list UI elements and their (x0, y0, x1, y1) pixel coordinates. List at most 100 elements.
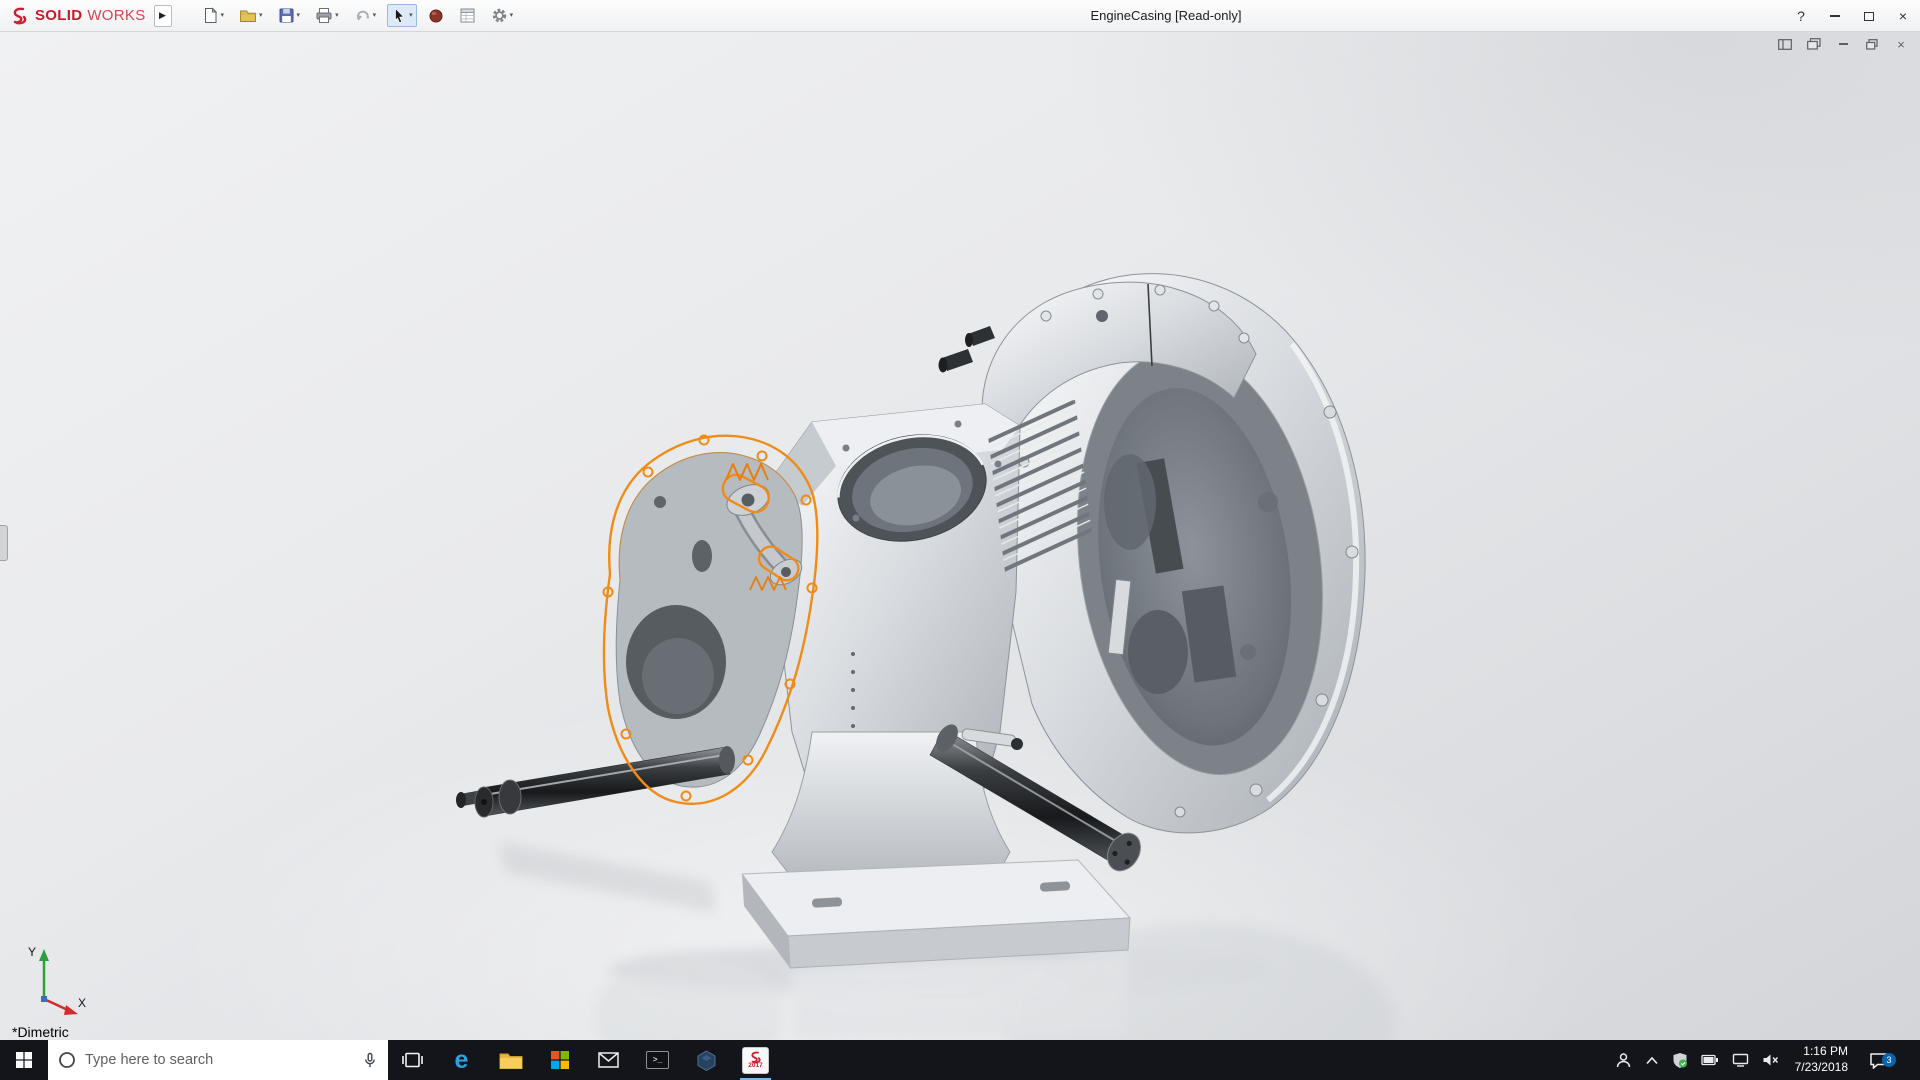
system-tray: 1:16 PM 7/23/2018 3 (1615, 1040, 1920, 1080)
print-icon (315, 7, 333, 24)
network-button[interactable] (1732, 1053, 1749, 1067)
dropdown-caret-icon[interactable]: ▾ (297, 12, 301, 19)
start-button[interactable] (0, 1040, 48, 1080)
task-view-icon (402, 1051, 423, 1069)
edge-button[interactable]: e (437, 1040, 486, 1080)
doc-close-button[interactable]: × (1892, 36, 1910, 52)
select-button[interactable]: ▾ (387, 4, 417, 27)
store-icon (550, 1050, 570, 1070)
doc-restore-icon (1866, 39, 1878, 50)
dropdown-caret-icon[interactable]: ▾ (510, 12, 514, 19)
doc-restore-button[interactable] (1863, 36, 1881, 52)
graphics-viewport[interactable]: × (0, 32, 1920, 1040)
people-button[interactable] (1615, 1052, 1632, 1069)
dropdown-caret-icon[interactable]: ▾ (221, 12, 225, 19)
terminal-button[interactable]: >_ (633, 1040, 682, 1080)
file-explorer-icon (499, 1051, 523, 1070)
z-axis-origin-icon (41, 996, 47, 1002)
store-button[interactable] (535, 1040, 584, 1080)
quick-access-toolbar: ▾ ▾ ▾ (198, 4, 518, 27)
undo-button[interactable]: ▾ (350, 4, 381, 27)
appearance-icon (428, 8, 444, 24)
network-icon (1732, 1053, 1749, 1067)
save-icon (278, 7, 295, 24)
solidworks-brand: SOLID WORKS (0, 6, 152, 26)
dropdown-caret-icon[interactable]: ▾ (373, 12, 377, 19)
clock-date: 7/23/2018 (1795, 1060, 1848, 1076)
save-button[interactable]: ▾ (274, 4, 305, 27)
dropdown-caret-icon[interactable]: ▾ (259, 12, 263, 19)
solidworks-app-button[interactable]: 2017 (731, 1040, 780, 1080)
view-orientation-label: *Dimetric (12, 1024, 69, 1040)
task-pane-button[interactable] (455, 4, 480, 27)
y-axis-arrow-icon (39, 949, 49, 961)
cascade-windows-icon (1807, 38, 1821, 50)
x-axis-arrow-icon (64, 1005, 78, 1015)
titlebar: SOLID WORKS ▶ ▾ ▾ (0, 0, 1920, 32)
appearance-button[interactable] (424, 5, 448, 27)
battery-icon (1701, 1054, 1719, 1066)
battery-button[interactable] (1701, 1054, 1719, 1066)
engine-casing-model[interactable] (0, 32, 1920, 1040)
hexagon-app-button[interactable] (682, 1040, 731, 1080)
volume-button[interactable] (1762, 1053, 1779, 1067)
task-view-button[interactable] (388, 1040, 437, 1080)
pane-layout-button[interactable] (1776, 36, 1794, 52)
taskbar-clock[interactable]: 1:16 PM 7/23/2018 (1792, 1044, 1851, 1075)
action-center-button[interactable]: 3 (1864, 1052, 1892, 1069)
pane-layout-icon (1778, 39, 1792, 50)
maximize-button[interactable] (1852, 0, 1886, 32)
clock-time: 1:16 PM (1795, 1044, 1848, 1060)
taskbar-search[interactable] (48, 1040, 388, 1080)
orientation-triad: Y X (20, 941, 90, 1026)
document-title: EngineCasing [Read-only] (1090, 8, 1241, 23)
dropdown-caret-icon[interactable]: ▾ (335, 12, 339, 19)
cortana-ring-icon (58, 1051, 76, 1069)
defender-shield-icon (1672, 1052, 1688, 1069)
undo-icon (354, 7, 371, 24)
search-input[interactable] (85, 1052, 353, 1068)
open-folder-icon (239, 8, 257, 24)
help-button[interactable]: ? (1784, 0, 1818, 32)
select-cursor-icon (391, 7, 407, 24)
hexagon-app-icon (696, 1050, 717, 1071)
dropdown-caret-icon[interactable]: ▾ (409, 12, 413, 19)
sheet-icon (459, 7, 476, 24)
new-document-button[interactable]: ▾ (198, 4, 229, 27)
brand-solid-text: SOLID (35, 7, 82, 24)
options-button[interactable]: ▾ (487, 4, 518, 27)
options-gear-icon (491, 7, 508, 24)
maximize-icon (1864, 12, 1874, 21)
doc-minimize-button[interactable] (1834, 36, 1852, 52)
solidworks-logo-icon (10, 6, 30, 26)
print-button[interactable]: ▾ (311, 4, 343, 27)
solidworks-window: SOLID WORKS ▶ ▾ ▾ (0, 0, 1920, 1080)
doc-minimize-icon (1839, 43, 1848, 45)
window-controls: ? × (1784, 0, 1920, 32)
solidworks-app-icon: 2017 (742, 1047, 769, 1074)
volume-muted-icon (1762, 1053, 1779, 1067)
microphone-icon[interactable] (362, 1052, 378, 1069)
windows-taskbar: e >_ (0, 1040, 1920, 1080)
notification-badge: 3 (1882, 1053, 1896, 1067)
windows-logo-icon (15, 1051, 33, 1069)
y-axis-label: Y (28, 945, 36, 959)
mail-button[interactable] (584, 1040, 633, 1080)
file-explorer-button[interactable] (486, 1040, 535, 1080)
brand-works-text: WORKS (87, 7, 145, 24)
tray-overflow-button[interactable] (1645, 1056, 1659, 1065)
x-axis-label: X (78, 996, 86, 1010)
close-button[interactable]: × (1886, 0, 1920, 32)
chevron-up-icon (1645, 1056, 1659, 1065)
open-button[interactable]: ▾ (235, 5, 267, 27)
terminal-icon: >_ (646, 1051, 669, 1069)
minimize-button[interactable] (1818, 0, 1852, 32)
feature-manager-collapsed-tab[interactable] (0, 525, 8, 561)
document-window-controls: × (1776, 36, 1910, 52)
solidworks-year-label: 2017 (748, 1063, 762, 1070)
menu-flyout-button[interactable]: ▶ (154, 5, 172, 27)
security-status-button[interactable] (1672, 1052, 1688, 1069)
minimize-icon (1830, 15, 1840, 17)
cascade-windows-button[interactable] (1805, 36, 1823, 52)
edge-icon: e (455, 1048, 469, 1073)
